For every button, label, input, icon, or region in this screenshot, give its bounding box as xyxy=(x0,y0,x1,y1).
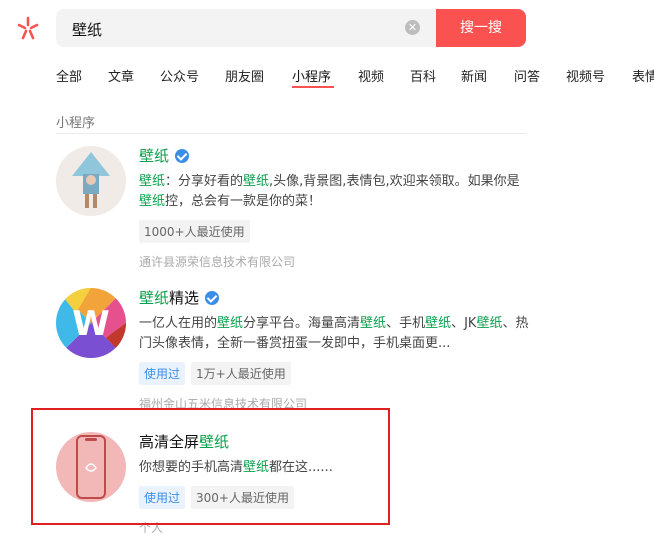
wechat-search-logo-icon xyxy=(17,16,39,40)
app-avatar xyxy=(56,146,126,216)
verified-icon xyxy=(175,149,190,163)
svg-text:W: W xyxy=(72,304,110,344)
tab-moments[interactable]: 朋友圈 xyxy=(225,66,292,85)
tab-stickers[interactable]: 表情 xyxy=(632,66,654,85)
usage-count-badge: 1万+人最近使用 xyxy=(191,362,291,385)
active-tab-indicator xyxy=(292,86,334,88)
tab-news[interactable]: 新闻 xyxy=(461,66,514,85)
result-title[interactable]: 壁纸 xyxy=(139,146,529,166)
tab-articles[interactable]: 文章 xyxy=(108,66,160,85)
search-input[interactable]: 壁纸 ✕ xyxy=(56,9,436,47)
annotation-highlight-box xyxy=(31,408,390,525)
result-description: 壁纸：分享好看的壁纸,头像,背景图,表情包,欢迎来领取。如果你是壁纸控，总会有一… xyxy=(139,174,520,209)
section-title: 小程序 xyxy=(56,116,96,131)
search-button[interactable]: 搜一搜 xyxy=(436,9,526,47)
verified-icon xyxy=(205,291,220,305)
wallpaper-avatar-image xyxy=(72,152,110,208)
wallpaper-selection-avatar-image: W xyxy=(56,288,126,358)
tab-official-accounts[interactable]: 公众号 xyxy=(160,66,225,85)
search-query-text: 壁纸 xyxy=(72,21,103,39)
section-divider xyxy=(56,133,526,134)
tab-channels[interactable]: 视频号 xyxy=(566,66,632,85)
app-avatar: W xyxy=(56,288,126,358)
used-badge: 使用过 xyxy=(139,362,186,385)
tab-mini-programs[interactable]: 小程序 xyxy=(292,66,358,85)
tab-all[interactable]: 全部 xyxy=(56,66,108,85)
result-description: 一亿人在用的壁纸分享平台。海量高清壁纸、手机壁纸、JK壁纸、热门头像表情，全新一… xyxy=(139,316,529,351)
result-title[interactable]: 壁纸 精选 xyxy=(139,288,529,308)
clear-icon[interactable]: ✕ xyxy=(405,20,420,35)
tab-encyclopedia[interactable]: 百科 xyxy=(410,66,461,85)
tab-qa[interactable]: 问答 xyxy=(514,66,566,85)
developer-name: 通许县源荣信息技术有限公司 xyxy=(139,255,296,269)
tab-videos[interactable]: 视频 xyxy=(358,66,410,85)
category-tabs: 全部 文章 公众号 朋友圈 小程序 视频 百科 新闻 问答 视频号 表情 xyxy=(56,66,654,85)
usage-count-badge: 1000+人最近使用 xyxy=(139,220,250,243)
